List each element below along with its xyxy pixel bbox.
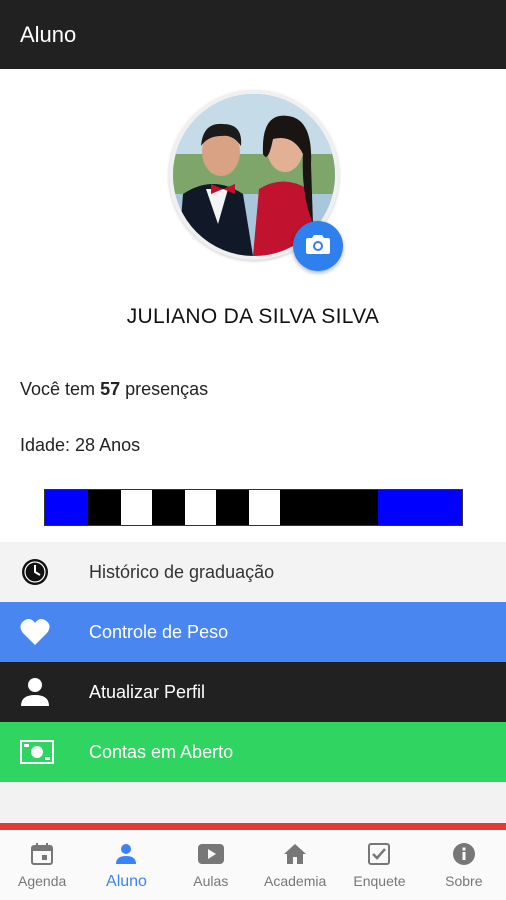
profile-menu: Histórico de graduação Controle de Peso … — [0, 542, 506, 782]
nav-aluno[interactable]: Aluno — [84, 830, 168, 900]
person-icon — [114, 842, 138, 869]
content-footer — [0, 782, 506, 823]
checkbox-icon — [367, 842, 391, 869]
belt-black-gap — [216, 490, 249, 525]
person-icon — [0, 677, 89, 707]
nav-agenda[interactable]: Agenda — [0, 830, 84, 900]
presence-count: 57 — [100, 379, 121, 399]
belt-graphic — [44, 489, 463, 526]
camera-icon — [306, 234, 330, 259]
heart-icon — [0, 618, 89, 646]
presence-suffix: presenças — [125, 379, 209, 399]
menu-item-open-bills[interactable]: Contas em Aberto — [0, 722, 506, 782]
belt-black-rest — [280, 490, 378, 525]
nav-academia[interactable]: Academia — [253, 830, 337, 900]
video-icon — [197, 842, 225, 869]
presence-info: Você tem 57 presenças — [20, 379, 208, 400]
nav-label: Sobre — [445, 873, 483, 889]
nav-label: Aluno — [106, 873, 147, 890]
menu-item-update-profile[interactable]: Atualizar Perfil — [0, 662, 506, 722]
divider-line — [0, 823, 506, 830]
clock-icon — [0, 557, 89, 587]
profile-photo-area — [169, 90, 343, 271]
nav-label: Agenda — [18, 873, 67, 889]
nav-label: Aulas — [193, 873, 229, 889]
belt-blue-left — [45, 490, 88, 525]
nav-sobre[interactable]: Sobre — [422, 830, 506, 900]
change-photo-button[interactable] — [293, 221, 343, 271]
nav-aulas[interactable]: Aulas — [169, 830, 253, 900]
menu-item-label: Atualizar Perfil — [89, 681, 206, 702]
presence-prefix: Você tem — [20, 379, 96, 399]
menu-item-label: Contas em Aberto — [89, 741, 234, 762]
nav-label: Enquete — [353, 873, 406, 889]
menu-item-label: Histórico de graduação — [89, 561, 275, 582]
belt-stripe-3 — [249, 490, 280, 525]
page-title: Aluno — [20, 21, 77, 47]
belt-blue-right — [378, 490, 462, 525]
bottom-navigation: Agenda Aluno Aulas Academia Enquete Sobr… — [0, 830, 506, 900]
belt-black-gap — [152, 490, 185, 525]
info-icon — [452, 842, 476, 869]
app-bar: Aluno — [0, 0, 506, 69]
menu-item-graduation-history[interactable]: Histórico de graduação — [0, 542, 506, 602]
belt-stripe-2 — [185, 490, 216, 525]
student-name: JULIANO DA SILVA SILVA — [126, 305, 380, 328]
belt-black-tip — [88, 490, 121, 525]
money-icon — [0, 740, 89, 764]
nav-label: Academia — [264, 873, 327, 889]
age-info: Idade: 28 Anos — [20, 435, 141, 455]
menu-item-weight-control[interactable]: Controle de Peso — [0, 602, 506, 662]
calendar-icon — [30, 842, 54, 869]
menu-item-label: Controle de Peso — [89, 621, 229, 642]
nav-enquete[interactable]: Enquete — [337, 830, 421, 900]
home-icon — [283, 842, 307, 869]
belt-stripe-1 — [121, 490, 152, 525]
